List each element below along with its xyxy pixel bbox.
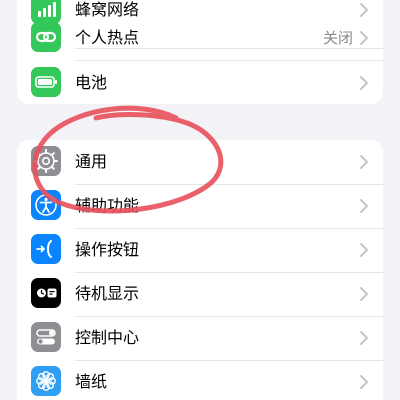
chevron-right-icon [360, 243, 368, 257]
general-row[interactable]: 通用 [17, 140, 383, 184]
settings-group-general: 通用 辅助功能 操作按钮 待机显示 控制中心 墙纸 [17, 140, 383, 400]
action-button-label: 操作按钮 [75, 240, 140, 259]
wallpaper-label: 墙纸 [75, 372, 108, 391]
control-center-label: 控制中心 [75, 328, 140, 347]
hotspot-label: 个人热点 [75, 28, 140, 47]
flower-icon [31, 366, 61, 396]
action-button-icon [31, 234, 61, 264]
standby-label: 待机显示 [75, 284, 140, 303]
personal-hotspot-row[interactable]: 个人热点 关闭 [17, 16, 383, 60]
action-button-row[interactable]: 操作按钮 [17, 228, 383, 272]
wallpaper-row[interactable]: 墙纸 [17, 360, 383, 400]
hotspot-chain-icon [31, 22, 61, 52]
accessibility-label: 辅助功能 [75, 196, 140, 215]
chevron-right-icon [360, 199, 368, 213]
general-label: 通用 [75, 152, 108, 171]
battery-icon [31, 67, 61, 97]
gear-icon [31, 146, 61, 176]
chevron-right-icon [360, 331, 368, 345]
hotspot-status-value: 关闭 [322, 29, 353, 47]
accessibility-row[interactable]: 辅助功能 [17, 184, 383, 228]
control-center-row[interactable]: 控制中心 [17, 316, 383, 360]
standby-row[interactable]: 待机显示 [17, 272, 383, 316]
toggles-icon [31, 322, 61, 352]
settings-screen: 蜂窝网络 个人热点 关闭 电池 通用 辅助功能 操作按钮 待机显示 控制中心 墙… [0, 0, 400, 400]
settings-group-connectivity: 蜂窝网络 个人热点 关闭 电池 [17, 0, 383, 104]
chevron-right-icon [360, 375, 368, 389]
battery-label: 电池 [75, 73, 108, 92]
accessibility-person-icon [31, 190, 61, 220]
chevron-right-icon [360, 155, 368, 169]
battery-row[interactable]: 电池 [17, 61, 383, 104]
chevron-right-icon [360, 76, 368, 90]
standby-icon [31, 278, 61, 308]
chevron-right-icon [360, 31, 368, 45]
chevron-right-icon [360, 287, 368, 301]
